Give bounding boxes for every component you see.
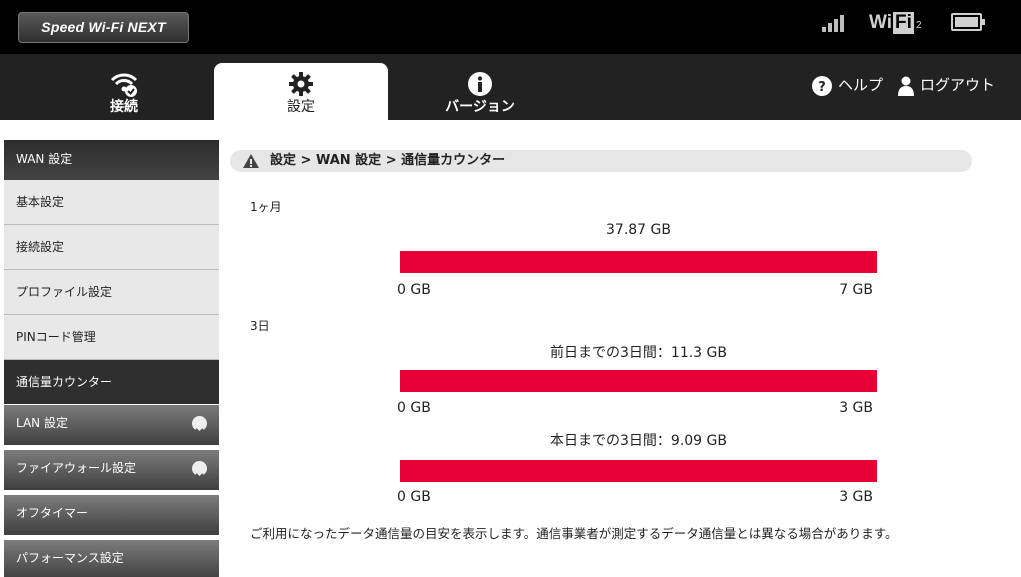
sidebar-group-off-timer[interactable]: オフタイマー <box>4 495 219 540</box>
sidebar-group-lan-label: LAN 設定 <box>16 416 68 430</box>
chevron-down-icon <box>192 461 207 479</box>
sidebar-group-lan[interactable]: LAN 設定 <box>4 405 219 450</box>
tab-connect[interactable]: 接続 <box>36 54 212 120</box>
sidebar-item-profile[interactable]: プロファイル設定 <box>4 270 219 315</box>
tab-connect-label: 接続 <box>110 99 138 115</box>
month-section-label: 1ヶ月 <box>250 200 282 214</box>
logout-link[interactable]: ログアウト <box>898 73 995 97</box>
month-usage-value: 37.87 GB <box>606 222 671 238</box>
logout-label: ログアウト <box>920 76 996 94</box>
sidebar-item-pin[interactable]: PINコード管理 <box>4 315 219 360</box>
prev3-usage-value: 前日までの3日間：11.3 GB <box>550 345 727 361</box>
wifi-label-box: Fi <box>893 12 914 34</box>
breadcrumb-text: 設定 > WAN 設定 > 通信量カウンター <box>270 153 506 168</box>
help-label: ヘルプ <box>838 76 884 94</box>
today3-axis-min: 0 GB <box>397 489 431 505</box>
sidebar-item-traffic-counter[interactable]: 通信量カウンター <box>4 360 219 405</box>
signal-strength-icon <box>822 15 850 32</box>
month-axis-max: 7 GB <box>839 282 873 298</box>
main-nav: 接続 設定 バージョン ? ヘルプ ログアウト <box>0 54 1021 120</box>
wifi-label-suffix: 2 <box>915 20 922 31</box>
warning-icon <box>243 154 259 168</box>
tab-version[interactable]: バージョン <box>392 54 568 120</box>
sidebar: WAN 設定 基本設定 接続設定 プロファイル設定 PINコード管理 通信量カウ… <box>4 140 219 577</box>
prev3-usage-fill <box>400 370 877 392</box>
prev3-axis-max: 3 GB <box>839 400 873 416</box>
svg-text:?: ? <box>818 80 826 95</box>
wifi-label-prefix: Wi <box>869 12 893 33</box>
today3-usage-fill <box>400 460 877 482</box>
sidebar-group-firewall-label: ファイアウォール設定 <box>16 461 137 475</box>
prev3-axis-min: 0 GB <box>397 400 431 416</box>
wifi-check-icon <box>36 70 212 98</box>
usage-note: ご利用になったデータ通信量の目安を表示します。通信事業者が測定するデータ通信量と… <box>250 526 898 541</box>
sidebar-item-connection[interactable]: 接続設定 <box>4 225 219 270</box>
wifi-status-icon: Wi Fi 2 <box>869 12 922 34</box>
gear-icon <box>214 70 388 98</box>
three-day-section-label: 3日 <box>250 319 270 333</box>
chevron-down-icon <box>192 416 207 434</box>
month-axis-min: 0 GB <box>397 282 431 298</box>
tab-version-label: バージョン <box>445 99 515 115</box>
sidebar-group-firewall[interactable]: ファイアウォール設定 <box>4 450 219 495</box>
user-icon <box>898 76 914 96</box>
tab-settings[interactable]: 設定 <box>214 63 388 120</box>
breadcrumb: 設定 > WAN 設定 > 通信量カウンター <box>230 150 972 172</box>
help-link[interactable]: ? ヘルプ <box>812 73 883 97</box>
sidebar-group-performance[interactable]: パフォーマンス設定 <box>4 540 219 577</box>
top-bar: Speed Wi-Fi NEXT Wi Fi 2 <box>0 0 1021 54</box>
month-usage-bar <box>400 251 877 273</box>
tab-settings-label: 設定 <box>287 99 315 115</box>
help-icon: ? <box>812 75 832 96</box>
sidebar-item-basic[interactable]: 基本設定 <box>4 180 219 225</box>
sidebar-group-wan[interactable]: WAN 設定 <box>4 140 219 180</box>
info-icon <box>392 70 568 98</box>
today3-usage-bar <box>400 460 877 482</box>
today3-usage-value: 本日までの3日間：9.09 GB <box>550 433 727 449</box>
prev3-usage-bar <box>400 370 877 392</box>
brand-logo: Speed Wi-Fi NEXT <box>18 12 189 43</box>
battery-icon <box>951 13 985 31</box>
month-usage-fill <box>400 251 877 273</box>
today3-axis-max: 3 GB <box>839 489 873 505</box>
